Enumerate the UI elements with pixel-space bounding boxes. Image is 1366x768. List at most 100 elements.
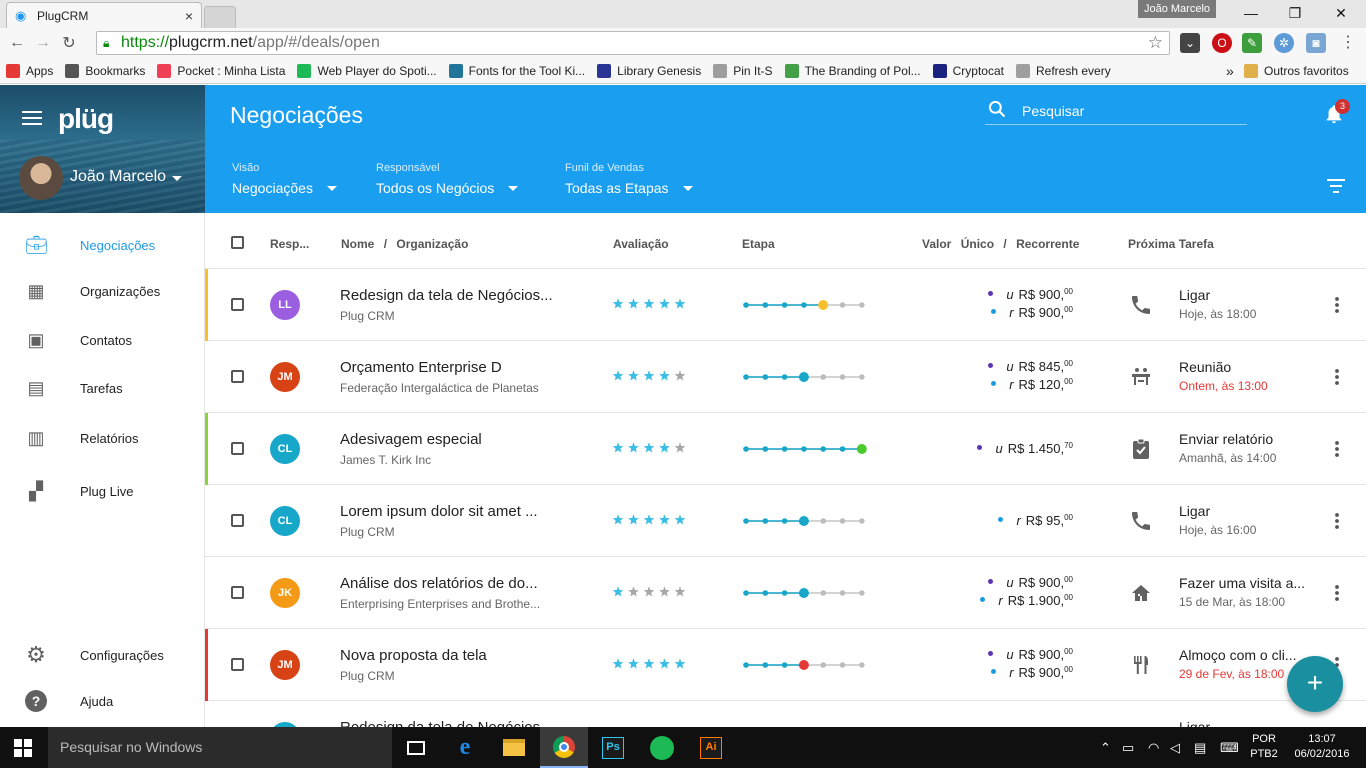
stage-dot[interactable] — [798, 372, 809, 382]
sidebar-item-configuracoes[interactable]: ⚙ Configurações — [0, 635, 205, 675]
deal-organization[interactable]: Federação Intergaláctica de Planetas — [340, 381, 539, 395]
chrome-menu-icon[interactable]: ⋮ — [1338, 33, 1358, 53]
chrome-icon[interactable] — [540, 727, 588, 768]
star-icon[interactable] — [674, 586, 686, 597]
deal-organization[interactable]: Enterprising Enterprises and Brothe... — [340, 597, 540, 611]
row-checkbox[interactable] — [231, 658, 244, 671]
table-row[interactable]: LL Redesign da tela de Negócios... Plug CR… — [205, 269, 1366, 341]
stage-dot[interactable] — [798, 516, 809, 526]
browser-tab[interactable]: ◉ PlugCRM × — [6, 2, 202, 28]
camera-extension-icon[interactable]: ◙ — [1306, 33, 1326, 53]
sidebar-item-negociacoes[interactable]: 💼︎ Negociações — [0, 225, 205, 265]
chevron-down-icon[interactable] — [172, 176, 182, 181]
task-title[interactable]: Ligar — [1179, 503, 1210, 519]
stage-dot[interactable] — [820, 590, 826, 596]
star-icon[interactable] — [674, 658, 686, 669]
stage-dot[interactable] — [820, 518, 826, 524]
star-icon[interactable] — [643, 442, 655, 453]
star-icon[interactable] — [613, 370, 624, 381]
stage-progress[interactable] — [742, 513, 872, 529]
add-deal-button[interactable]: + — [1287, 656, 1343, 712]
search-input[interactable] — [1022, 101, 1242, 121]
stage-dot[interactable] — [839, 374, 846, 380]
deal-organization[interactable]: Plug CRM — [340, 525, 395, 539]
deal-organization[interactable]: Plug CRM — [340, 309, 395, 323]
user-name[interactable]: João Marcelo — [70, 168, 166, 186]
bookmark-item[interactable]: Fonts for the Tool Ki... — [448, 63, 585, 78]
task-view-icon[interactable] — [392, 727, 440, 768]
stage-dot[interactable] — [743, 590, 749, 596]
table-row[interactable]: JM Nova proposta da tela Plug CRM u R$ 900, 0… — [205, 629, 1366, 701]
stage-dot[interactable] — [820, 446, 826, 452]
stage-dot[interactable] — [743, 662, 749, 668]
stage-progress[interactable] — [742, 441, 872, 457]
profile-badge[interactable]: João Marcelo — [1138, 0, 1216, 18]
rating-stars[interactable] — [613, 441, 693, 455]
sidebar-item-relatorios[interactable]: ▥ Relatórios — [0, 418, 205, 458]
stage-dot[interactable] — [762, 302, 769, 308]
star-icon[interactable] — [628, 298, 639, 309]
star-icon[interactable] — [628, 370, 639, 381]
table-row[interactable]: CL Adesivagem especial James T. Kirk Inc u R… — [205, 413, 1366, 485]
clock[interactable]: 13:07 06/02/2016 — [1290, 732, 1354, 762]
stage-progress[interactable] — [742, 585, 872, 601]
star-icon[interactable] — [613, 442, 624, 453]
stage-dot[interactable] — [743, 446, 749, 452]
task-title[interactable]: Reunião — [1179, 359, 1231, 375]
stage-dot[interactable] — [798, 588, 809, 598]
other-bookmarks-folder[interactable]: Outros favoritos — [1244, 63, 1349, 78]
sidebar-item-contatos[interactable]: ▣ Contatos — [0, 320, 205, 360]
rating-stars[interactable] — [613, 585, 693, 599]
wifi-icon[interactable]: ◠ — [1148, 740, 1159, 756]
bookmark-item[interactable]: Pocket : Minha Lista — [157, 63, 285, 78]
stage-dot[interactable] — [762, 590, 769, 596]
avatar[interactable] — [19, 156, 63, 200]
bookmark-item[interactable]: Web Player do Spoti... — [297, 63, 437, 78]
task-title[interactable]: Enviar relatório — [1179, 431, 1273, 447]
avatar[interactable]: CL — [270, 434, 300, 464]
task-title[interactable]: Fazer uma visita a... — [1179, 575, 1305, 591]
star-icon[interactable] — [643, 514, 655, 525]
deal-name[interactable]: Análise dos relatórios de do... — [340, 575, 538, 592]
star-icon[interactable] — [628, 514, 639, 525]
star-icon[interactable] — [674, 442, 686, 453]
tray-chevron-up-icon[interactable]: ⌃ — [1100, 740, 1111, 756]
filter-responsavel[interactable]: Responsável Todos os Negócios — [376, 162, 519, 196]
star-icon[interactable] — [613, 586, 624, 597]
avatar[interactable]: JM — [270, 650, 300, 680]
row-checkbox[interactable] — [231, 514, 244, 527]
reload-icon[interactable]: ↻ — [56, 33, 82, 53]
restore-icon[interactable]: ❐ — [1272, 0, 1318, 26]
minimize-icon[interactable]: — — [1228, 0, 1274, 26]
stage-dot[interactable] — [820, 374, 826, 380]
windows-start-icon[interactable] — [14, 739, 32, 757]
star-icon[interactable] — [674, 514, 686, 525]
star-icon[interactable] — [628, 442, 639, 453]
deal-name[interactable]: Lorem ipsum dolor sit amet ... — [340, 503, 538, 520]
sidebar-item-organizacoes[interactable]: ▦ Organizações — [0, 271, 205, 311]
address-bar[interactable]: 🔒︎ https:// plugcrm.net /app/#/deals/ope… — [96, 31, 1170, 55]
stage-dot[interactable] — [859, 518, 865, 524]
stage-dot[interactable] — [781, 662, 788, 668]
row-checkbox[interactable] — [231, 298, 244, 311]
volume-icon[interactable]: ◁ — [1170, 740, 1180, 756]
table-row[interactable]: JK Análise dos relatórios de do... Enterpr… — [205, 557, 1366, 629]
star-icon[interactable] — [643, 586, 655, 597]
stage-dot[interactable] — [762, 662, 769, 668]
col-rating[interactable]: Avaliação — [613, 237, 669, 251]
star-icon[interactable] — [613, 514, 624, 525]
stage-dot[interactable] — [856, 444, 867, 454]
star-icon[interactable] — [628, 658, 639, 669]
star-icon[interactable] — [674, 298, 686, 309]
star-icon[interactable] — [659, 442, 670, 453]
stage-dot[interactable] — [839, 302, 846, 308]
col-next-task[interactable]: Próxima Tarefa — [1128, 237, 1214, 251]
star-icon[interactable] — [659, 298, 670, 309]
photoshop-icon[interactable]: Ps — [589, 727, 637, 768]
star-icon[interactable] — [613, 298, 624, 309]
deal-name[interactable]: Nova proposta da tela — [340, 647, 487, 664]
star-icon[interactable] — [643, 370, 655, 381]
bookmark-star-icon[interactable]: ☆ — [1148, 33, 1163, 53]
table-row[interactable]: Redesign da tela de Negócios... uR$ 900,0… — [205, 701, 1366, 727]
search-box[interactable] — [985, 99, 1247, 125]
